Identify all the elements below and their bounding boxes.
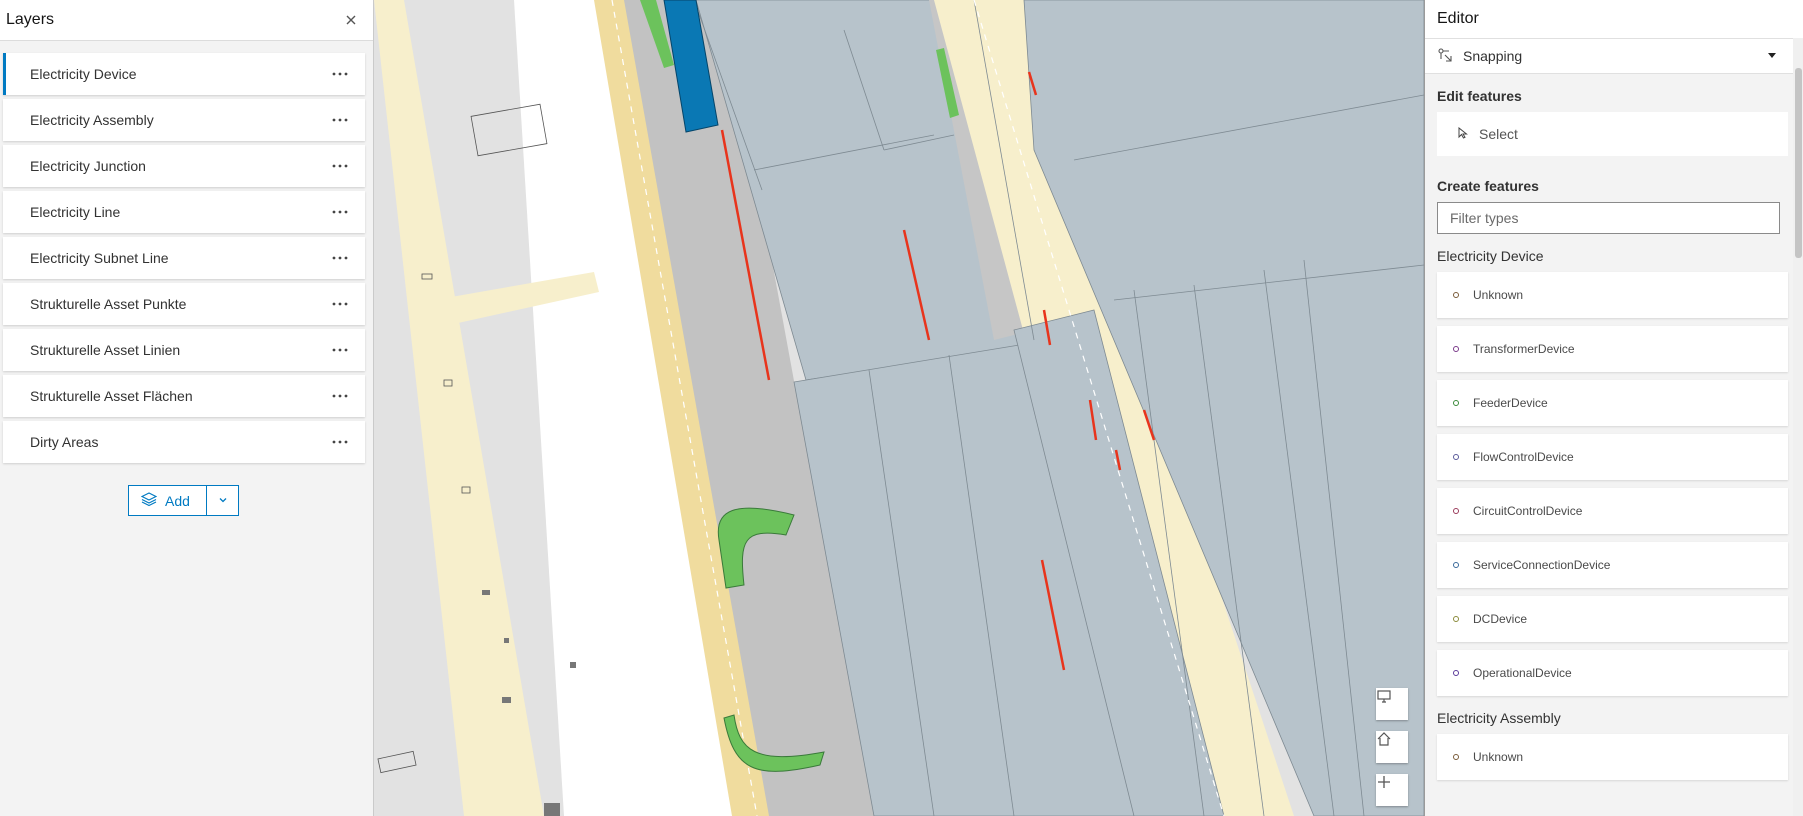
feature-type-label: Unknown	[1473, 288, 1524, 302]
point-symbol-icon	[1453, 454, 1459, 460]
feature-type-item[interactable]: Unknown	[1437, 734, 1788, 780]
layer-item[interactable]: Electricity Assembly	[3, 99, 365, 141]
feature-type-label: FeederDevice	[1473, 396, 1548, 410]
editor-content: Edit features Select Create features Ele…	[1425, 88, 1803, 780]
screen-button[interactable]	[1376, 688, 1408, 720]
layer-item-label: Dirty Areas	[30, 434, 99, 450]
layers-panel: Layers Electricity Device Electricity Ass…	[0, 0, 374, 816]
chevron-down-icon	[218, 492, 228, 510]
layers-stack-icon	[140, 491, 158, 510]
add-layer-group: Add	[128, 485, 239, 516]
layer-item[interactable]: Electricity Line	[3, 191, 365, 233]
editor-scrollbar[interactable]	[1793, 38, 1803, 816]
feature-group-title: Electricity Assembly	[1437, 710, 1561, 726]
point-symbol-icon	[1453, 670, 1459, 676]
more-options-icon[interactable]	[327, 337, 353, 363]
feature-type-item[interactable]: TransformerDevice	[1437, 326, 1788, 372]
layer-item-label: Electricity Line	[30, 204, 121, 220]
editor-panel: Editor Snapping Edit features Select Cre…	[1424, 0, 1803, 816]
add-layer-label: Add	[165, 492, 190, 509]
point-symbol-icon	[1453, 754, 1459, 760]
add-layer-dropdown[interactable]	[207, 485, 239, 516]
layer-item-label: Electricity Device	[30, 66, 137, 82]
point-symbol-icon	[1453, 562, 1459, 568]
more-options-icon[interactable]	[327, 153, 353, 179]
layer-item[interactable]: Strukturelle Asset Linien	[3, 329, 365, 371]
feature-type-item[interactable]: OperationalDevice	[1437, 650, 1788, 696]
layer-item[interactable]: Electricity Device	[3, 53, 365, 95]
more-options-icon[interactable]	[327, 245, 353, 271]
more-options-icon[interactable]	[327, 199, 353, 225]
layer-item[interactable]: Electricity Subnet Line	[3, 237, 365, 279]
snapping-icon	[1437, 47, 1453, 66]
more-options-icon[interactable]	[327, 429, 353, 455]
layer-item-label: Strukturelle Asset Punkte	[30, 296, 187, 312]
layer-item[interactable]: Electricity Junction	[3, 145, 365, 187]
more-options-icon[interactable]	[327, 61, 353, 87]
layer-item[interactable]: Dirty Areas	[3, 421, 365, 463]
point-symbol-icon	[1453, 400, 1459, 406]
point-symbol-icon	[1453, 346, 1459, 352]
feature-type-label: TransformerDevice	[1473, 342, 1575, 356]
caret-down-icon	[1767, 47, 1777, 65]
feature-type-item[interactable]: FeederDevice	[1437, 380, 1788, 426]
map-canvas[interactable]	[374, 0, 1424, 816]
snapping-label: Snapping	[1463, 48, 1523, 64]
edit-features-title: Edit features	[1437, 88, 1522, 104]
cursor-icon	[1457, 126, 1469, 142]
layer-item-label: Electricity Assembly	[30, 112, 154, 128]
map-view[interactable]	[374, 0, 1424, 816]
layers-header: Layers	[0, 0, 373, 41]
layer-list: Electricity Device Electricity Assembly El…	[0, 41, 373, 463]
layer-item[interactable]: Strukturelle Asset Punkte	[3, 283, 365, 325]
feature-type-item[interactable]: DCDevice	[1437, 596, 1788, 642]
more-options-icon[interactable]	[327, 291, 353, 317]
more-options-icon[interactable]	[327, 107, 353, 133]
feature-type-item[interactable]: Unknown	[1437, 272, 1788, 318]
feature-type-label: OperationalDevice	[1473, 666, 1572, 680]
feature-type-item[interactable]: FlowControlDevice	[1437, 434, 1788, 480]
filter-types-input[interactable]	[1437, 202, 1780, 234]
feature-type-item[interactable]: CircuitControlDevice	[1437, 488, 1788, 534]
home-button[interactable]	[1376, 731, 1408, 763]
snapping-toggle[interactable]: Snapping	[1425, 38, 1803, 74]
editor-scrollbar-thumb[interactable]	[1795, 68, 1802, 258]
close-icon[interactable]	[337, 6, 365, 34]
feature-type-label: DCDevice	[1473, 612, 1528, 626]
create-features-title: Create features	[1437, 178, 1539, 194]
select-label: Select	[1479, 126, 1518, 142]
layer-item-label: Electricity Junction	[30, 158, 146, 174]
feature-type-label: Unknown	[1473, 750, 1524, 764]
point-symbol-icon	[1453, 292, 1459, 298]
layer-item-label: Strukturelle Asset Flächen	[30, 388, 193, 404]
feature-type-label: ServiceConnectionDevice	[1473, 558, 1611, 572]
feature-type-label: FlowControlDevice	[1473, 450, 1574, 464]
layer-item-label: Strukturelle Asset Linien	[30, 342, 181, 358]
layer-item[interactable]: Strukturelle Asset Flächen	[3, 375, 365, 417]
point-symbol-icon	[1453, 508, 1459, 514]
zoom-in-button[interactable]	[1376, 774, 1408, 806]
feature-type-groups: Electricity Device Unknown TransformerDevi…	[1437, 248, 1788, 780]
add-layer-button[interactable]: Add	[128, 485, 207, 516]
editor-title: Editor	[1425, 0, 1803, 38]
feature-type-label: CircuitControlDevice	[1473, 504, 1583, 518]
layer-item-label: Electricity Subnet Line	[30, 250, 169, 266]
layers-title: Layers	[6, 11, 55, 28]
feature-group-title: Electricity Device	[1437, 248, 1544, 264]
more-options-icon[interactable]	[327, 383, 353, 409]
point-symbol-icon	[1453, 616, 1459, 622]
select-tool[interactable]: Select	[1437, 112, 1788, 156]
feature-type-item[interactable]: ServiceConnectionDevice	[1437, 542, 1788, 588]
